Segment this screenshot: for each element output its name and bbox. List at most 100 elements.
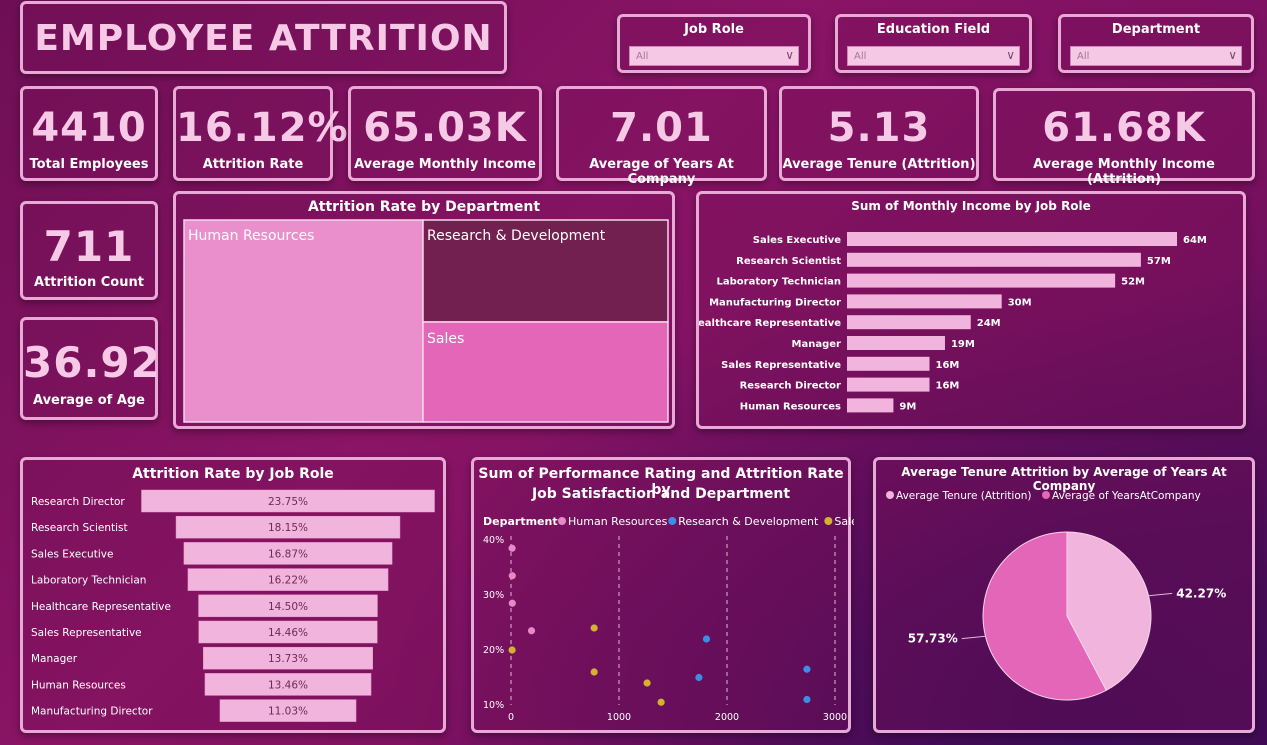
scatter-point [508,544,516,552]
kpi-value: 65.03K [363,105,527,151]
scatter-x-tick: 0 [508,712,514,723]
funnel-category-label: Sales Executive [31,548,113,560]
scatter-point [803,665,811,673]
scatter-y-tick: 10% [483,700,504,711]
bar-category-label: Human Resources [740,401,841,412]
kpi-avg-income-attrition: 61.68K Average Monthly Income (Attrition… [993,88,1255,187]
scatter-svg: Department Human Resources Research & Deve… [483,515,854,723]
job-role-dropdown[interactable]: All ∨ [629,46,799,66]
dashboard-title: EMPLOYEE ATTRITION [34,18,493,59]
scatter-point [702,635,711,643]
income-bar-svg: Sales Executive 64M Research Scientist 57M L… [699,232,1207,413]
treemap-label-hr: Human Resources [188,228,314,244]
education-field-value: All [854,51,867,62]
scatter-point [643,679,651,687]
scatter-legend-marker [668,517,677,525]
kpi-label: Total Employees [29,157,149,172]
scatter-card: Sum of Performance Rating and Attrition … [471,457,854,733]
income-bar-card: Sum of Monthly Income by Job Role Sales … [696,191,1246,429]
funnel-data-label: 16.22% [268,575,308,587]
funnel-category-label: Research Director [31,496,125,508]
funnel-data-label: 16.87% [268,548,308,560]
department-slicer[interactable]: Department All ∨ [1058,14,1254,73]
job-role-slicer[interactable]: Job Role All ∨ [617,14,811,73]
kpi-avg-age: 36.92 Average of Age [20,317,161,420]
kpi-label: Average Monthly Income [354,157,536,172]
income-bar [847,377,930,392]
kpi-avg-years-at-company: 7.01 Average of Years At Company [556,86,767,187]
pie-legend-label: Average Tenure (Attrition) [896,490,1032,502]
education-field-dropdown[interactable]: All ∨ [847,46,1020,66]
kpi-avg-tenure-attrition: 5.13 Average Tenure (Attrition) [779,86,979,181]
scatter-point [508,572,516,580]
bar-data-label: 52M [1121,277,1145,288]
funnel-data-label: 11.03% [268,706,308,718]
scatter-point [695,673,703,682]
scatter-point [508,646,516,654]
kpi-label: Attrition Count [34,275,144,290]
income-bar [847,356,930,371]
kpi-value: 36.92 [23,338,161,387]
income-bar [847,315,971,330]
bar-category-label: Research Scientist [736,256,841,267]
kpi-value: 16.12% [176,105,349,151]
bar-category-label: Manufacturing Director [709,297,841,308]
education-field-slicer[interactable]: Education Field All ∨ [835,14,1032,73]
scatter-legend-marker [558,517,566,525]
kpi-value: 61.68K [1042,105,1206,151]
pie-data-label: 57.73% [908,632,958,646]
income-bar [847,232,1177,246]
scatter-point [657,698,665,706]
kpi-label: Average of Years At Company [589,157,734,187]
scatter-legend-label: Human Resources [568,515,668,528]
scatter-x-tick: 3000 [823,712,847,723]
chevron-down-icon: ∨ [1006,48,1015,62]
bar-category-label: Laboratory Technician [716,277,841,288]
funnel-data-label: 13.46% [268,679,308,691]
bar-category-label: Manager [792,339,842,350]
department-dropdown[interactable]: All ∨ [1070,46,1242,66]
funnel-category-label: Healthcare Representative [31,601,171,613]
pie-svg: Average Tenure (Attrition) Average of Yea… [886,490,1226,701]
pie-leader-line [961,635,986,640]
job-role-attrition-card: Attrition Rate by Job Role Research Dire… [20,457,446,733]
bar-data-label: 57M [1147,256,1171,267]
funnel-data-label: 13.73% [268,653,308,665]
pie-legend-label: Average of YearsAtCompany [1052,490,1201,502]
scatter-x-tick: 2000 [715,712,739,723]
bar-data-label: 24M [977,318,1001,329]
kpi-label: Average Monthly Income (Attrition) [1033,157,1215,187]
pie-card: Average Tenure Attrition by Average of Y… [873,457,1255,733]
kpi-total-employees: 4410 Total Employees [20,86,158,181]
treemap-svg: Human Resources Research & Development S… [183,219,669,423]
department-slicer-label: Department [1111,22,1201,37]
bar-data-label: 16M [936,381,960,392]
job-role-value: All [636,51,649,62]
kpi-value: 7.01 [610,105,713,151]
scatter-legend-title: Department [483,515,558,528]
scatter-point [527,627,536,635]
chevron-down-icon: ∨ [785,48,794,62]
funnel-category-label: Laboratory Technician [31,575,146,587]
scatter-x-tick: 1000 [607,712,631,723]
kpi-value: 711 [43,222,135,271]
income-bar [847,398,894,413]
income-bar [847,273,1116,288]
kpi-avg-monthly-income: 65.03K Average Monthly Income [348,86,542,181]
bar-data-label: 16M [936,360,960,371]
funnel-data-label: 23.75% [268,496,308,508]
funnel-data-label: 14.46% [268,627,308,639]
kpi-label: Average of Age [32,393,146,408]
income-bar [847,336,945,350]
bar-category-label: Healthcare Representative [699,318,841,329]
kpi-label: Attrition Rate [202,157,304,172]
department-value: All [1077,51,1090,62]
treemap-hr[interactable] [183,219,424,423]
dashboard-title-card: EMPLOYEE ATTRITION [20,1,507,74]
scatter-legend-label: Sales [834,515,854,528]
scatter-point [803,695,811,704]
kpi-attrition-count: 711 Attrition Count [20,201,158,300]
treemap-label-sales: Sales [427,331,464,347]
scatter-point [590,668,598,676]
bar-category-label: Sales Representative [721,360,841,371]
